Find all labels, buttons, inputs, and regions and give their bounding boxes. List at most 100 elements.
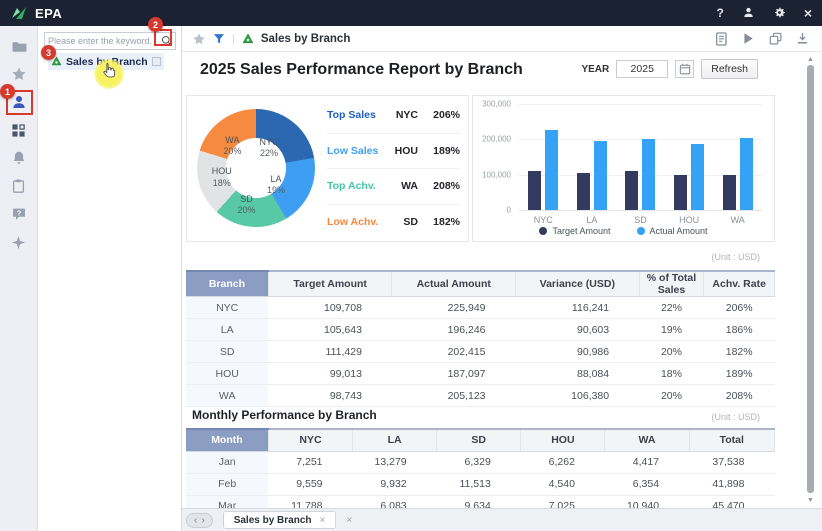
gear-icon[interactable]: [773, 6, 786, 21]
help-icon[interactable]: ?: [716, 7, 723, 19]
table-row: Jan7,25113,2796,3296,2624,41737,538: [186, 451, 775, 473]
vertical-scrollbar[interactable]: ▲ ▼: [804, 54, 817, 506]
tab-prev-icon[interactable]: ‹: [194, 515, 197, 526]
refresh-button[interactable]: Refresh: [701, 59, 758, 79]
stat-value: 189%: [418, 145, 460, 157]
stat-row: Top SalesNYC206%: [327, 98, 460, 133]
column-header: Variance (USD): [516, 271, 640, 297]
tab-sales-by-branch[interactable]: Sales by Branch ×: [223, 511, 337, 529]
legend-label: Actual Amount: [650, 226, 708, 236]
stat-label: Low Sales: [327, 145, 382, 157]
column-header: Branch: [186, 271, 268, 297]
main-area: | Sales by Branch 2025 Sales Performance…: [182, 26, 822, 531]
table-cell: 109,708: [268, 297, 392, 319]
sidebar-item-ai[interactable]: [0, 228, 37, 256]
y-tick-label: 0: [507, 206, 511, 215]
scroll-up-icon[interactable]: ▲: [807, 56, 814, 63]
table-header-row: BranchTarget AmountActual AmountVariance…: [186, 271, 775, 297]
bell-icon: [11, 150, 27, 166]
clipboard-icon: [11, 178, 26, 194]
tab-nav[interactable]: ‹ ›: [186, 513, 213, 528]
sidebar-item-alerts[interactable]: [0, 144, 37, 172]
close-icon[interactable]: ×: [804, 6, 812, 20]
scroll-down-icon[interactable]: ▼: [807, 497, 814, 504]
stat-label: Top Sales: [327, 109, 382, 121]
breadcrumb: Sales by Branch: [261, 33, 350, 45]
bar-target: [577, 173, 590, 210]
bar-legend: Target AmountActual Amount: [473, 226, 774, 236]
donut-label: NYC22%: [259, 137, 278, 160]
year-controls: YEAR Refresh: [581, 59, 758, 79]
table-cell: 6,354: [605, 473, 689, 495]
year-input[interactable]: [616, 60, 668, 78]
sidebar-item-tasks[interactable]: [0, 172, 37, 200]
tree-panel: Sales by Branch: [38, 26, 182, 531]
table-cell: 202,415: [392, 341, 516, 363]
bar-target: [528, 171, 541, 210]
sidebar-item-dashboard[interactable]: [0, 116, 37, 144]
summary-panel: NYC22%LA19%SD20%HOU18%WA20% Top SalesNYC…: [186, 95, 469, 242]
user-icon[interactable]: [742, 6, 755, 21]
column-header: LA: [353, 429, 437, 451]
table-cell: 6,262: [521, 451, 605, 473]
scrollbar-thumb[interactable]: [807, 65, 814, 493]
sidebar-item-support[interactable]: ?: [0, 200, 37, 228]
tab-close-icon[interactable]: ×: [320, 515, 326, 526]
bar-category-label: HOU: [679, 215, 699, 225]
bar-actual: [545, 130, 558, 210]
column-header: Target Amount: [268, 271, 392, 297]
window-button[interactable]: [765, 32, 785, 45]
stat-row: Top Achv.WA208%: [327, 168, 460, 204]
titlebar: EPA ? ×: [0, 0, 822, 26]
column-header: % of Total Sales: [639, 271, 704, 297]
table-cell: 106,380: [516, 385, 640, 407]
table-cell: WA: [186, 385, 268, 407]
table-cell: 6,329: [437, 451, 521, 473]
bar-yaxis: 300,000200,000100,0000: [473, 96, 511, 216]
popup-icon[interactable]: [152, 57, 161, 66]
folder-icon: [11, 39, 27, 54]
app-logo: EPA: [10, 6, 62, 21]
table-cell: SD: [186, 341, 268, 363]
calendar-button[interactable]: [675, 60, 694, 78]
bar-actual: [691, 144, 704, 210]
y-tick-label: 100,000: [482, 170, 511, 179]
stat-label: Low Achv.: [327, 216, 382, 228]
monthly-title: Monthly Performance by Branch: [192, 408, 377, 422]
grid-icon: [11, 123, 26, 138]
table-cell: 186%: [704, 319, 775, 341]
run-button[interactable]: [738, 32, 758, 45]
table-cell: 41,898: [689, 473, 774, 495]
column-header: WA: [605, 429, 689, 451]
bar-actual: [594, 141, 607, 210]
bar-group: WA: [723, 138, 753, 211]
download-button[interactable]: [792, 32, 812, 45]
table-cell: 11,788: [268, 495, 352, 508]
bar-target: [674, 175, 687, 210]
tab-next-icon[interactable]: ›: [201, 515, 204, 526]
column-header: Achv. Rate: [704, 271, 775, 297]
star-icon[interactable]: [192, 32, 206, 46]
filter-icon[interactable]: [213, 33, 225, 45]
stats-list: Top SalesNYC206%Low SalesHOU189%Top Achv…: [327, 98, 460, 239]
sidebar-item-folder[interactable]: [0, 32, 37, 60]
search-input[interactable]: [45, 36, 158, 46]
calendar-icon: [679, 63, 691, 75]
app-name: EPA: [35, 6, 62, 21]
table-cell: 90,986: [516, 341, 640, 363]
column-header: Actual Amount: [392, 271, 516, 297]
star-icon: [11, 66, 27, 82]
table-cell: 206%: [704, 297, 775, 319]
gridline: [519, 210, 762, 211]
table-cell: Mar: [186, 495, 268, 508]
extra-close-icon[interactable]: ×: [346, 515, 352, 526]
hand-cursor-icon: [101, 62, 117, 79]
table-cell: 10,940: [605, 495, 689, 508]
donut-label: LA19%: [267, 173, 285, 196]
table-cell: 205,123: [392, 385, 516, 407]
table-row: NYC109,708225,949116,24122%206%: [186, 297, 775, 319]
table-cell: 225,949: [392, 297, 516, 319]
table-cell: LA: [186, 319, 268, 341]
window-icon: [769, 32, 782, 45]
document-button[interactable]: [711, 32, 731, 46]
